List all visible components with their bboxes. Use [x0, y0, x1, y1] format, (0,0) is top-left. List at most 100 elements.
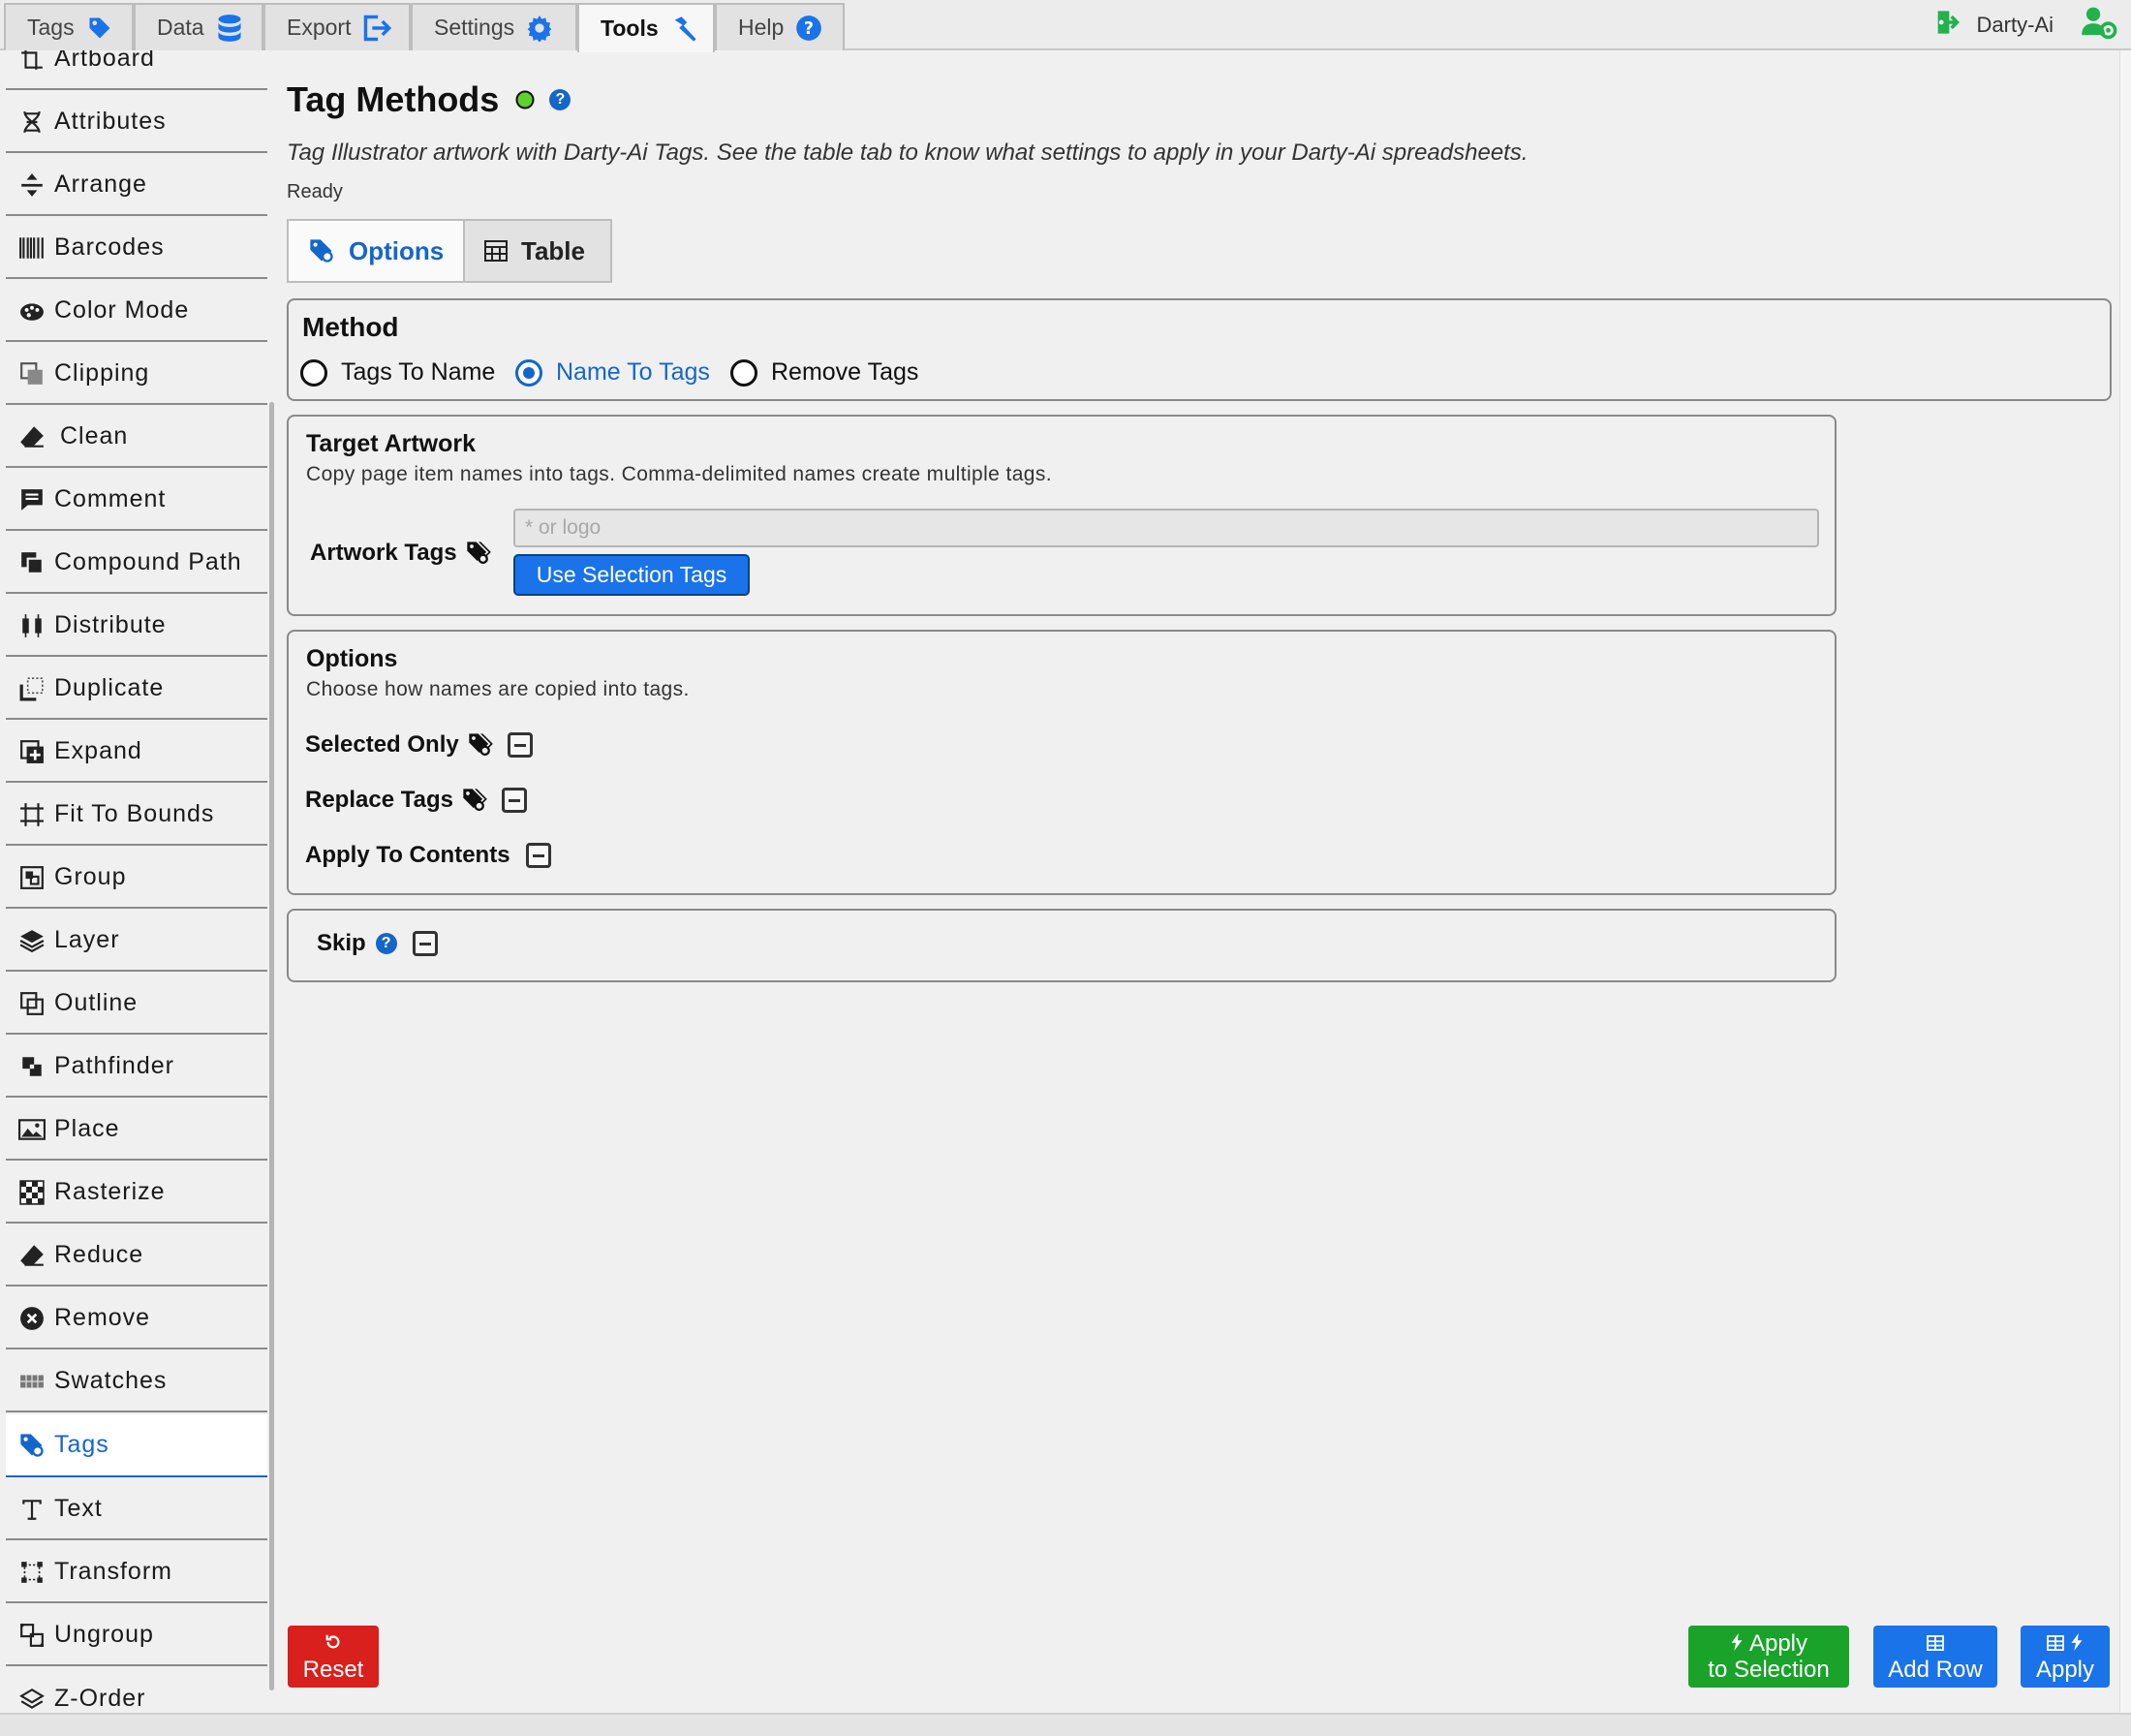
apply-to-selection-label-1: Apply [1748, 1630, 1808, 1657]
sidebar-item-label: Compound Path [54, 548, 242, 575]
options-title: Options [306, 645, 398, 672]
tab-settings[interactable]: Settings [411, 3, 577, 50]
tab-table[interactable]: Table [463, 219, 612, 283]
sidebar-item-transform[interactable]: Transform [6, 1542, 267, 1603]
add-row-label: Add Row [1888, 1657, 1983, 1683]
comment-icon [17, 485, 46, 514]
tags-icon [467, 731, 494, 759]
options-desc: Choose how names are copied into tags. [306, 678, 690, 700]
sidebar-item-pathfinder[interactable]: Pathfinder [6, 1037, 267, 1098]
sidebar-item-reduce[interactable]: Reduce [6, 1225, 267, 1286]
help-icon[interactable]: ? [375, 933, 397, 954]
radio-label: Name To Tags [556, 358, 710, 386]
sidebar-item-comment[interactable]: Comment [6, 470, 267, 531]
database-icon [216, 14, 243, 43]
artwork-tags-input[interactable] [513, 509, 1819, 547]
skip-checkbox[interactable] [412, 931, 438, 956]
radio-tags-to-name[interactable]: Tags To Name [300, 358, 495, 387]
checker-icon [17, 1178, 46, 1207]
apply-to-selection-button[interactable]: Apply to Selection [1688, 1626, 1849, 1688]
tab-label: Data [157, 15, 204, 40]
sidebar-item-arrange[interactable]: Arrange [6, 155, 267, 216]
replace-tags-checkbox[interactable] [501, 788, 527, 813]
sidebar-item-compound-path[interactable]: Compound Path [6, 533, 267, 594]
add-row-button[interactable]: Add Row [1873, 1626, 1997, 1688]
apply-to-contents-checkbox[interactable] [525, 843, 551, 868]
tab-label: Table [521, 235, 585, 265]
sidebar-item-label: Fit To Bounds [54, 800, 215, 827]
crop-icon [17, 800, 46, 829]
palette-icon [17, 296, 46, 326]
tab-options[interactable]: Options [287, 219, 465, 283]
logout-icon[interactable] [1934, 9, 1960, 42]
tab-tools[interactable]: Tools [577, 3, 715, 52]
remove-circle-icon [17, 1304, 46, 1333]
sidebar-item-place[interactable]: Place [6, 1100, 267, 1161]
sidebar-item-label: Group [54, 863, 127, 890]
tab-export[interactable]: Export [263, 3, 411, 50]
tab-help[interactable]: Help ? [715, 3, 845, 50]
sidebar-item-color-mode[interactable]: Color Mode [6, 281, 267, 342]
sidebar-item-tags[interactable]: Tags [6, 1414, 267, 1477]
svg-text:?: ? [804, 18, 814, 38]
selected-only-row: Selected Only [305, 731, 533, 759]
outline-icon [17, 989, 46, 1018]
tab-label: Tools [601, 16, 659, 41]
page-title: Tag Methods [287, 79, 500, 119]
sidebar-item-ungroup[interactable]: Ungroup [6, 1605, 267, 1666]
sidebar-item-group[interactable]: Group [6, 848, 267, 909]
arrange-icon [17, 170, 46, 200]
expand-icon [17, 737, 46, 766]
sidebar-item-label: Duplicate [54, 674, 165, 701]
radio-button[interactable] [300, 358, 327, 387]
reset-icon [324, 1630, 342, 1657]
reset-button[interactable]: Reset [288, 1626, 379, 1688]
layers-icon [17, 926, 46, 955]
use-selection-tags-button[interactable]: Use Selection Tags [513, 554, 750, 596]
sidebar-item-artboard[interactable]: Artboard [6, 50, 267, 90]
table-add-icon [1927, 1630, 1944, 1657]
user-settings-icon[interactable] [2081, 5, 2117, 46]
sidebar-item-label: Remove [54, 1304, 151, 1331]
sidebar-scrollbar[interactable] [269, 402, 274, 1690]
sidebar-item-clipping[interactable]: Clipping [6, 344, 267, 405]
tag-icon [17, 1431, 46, 1460]
sidebar-item-z-order[interactable]: Z-Order [6, 1668, 267, 1713]
sidebar-item-clean[interactable]: Clean [6, 407, 267, 468]
tag-icon [86, 15, 113, 42]
selected-only-checkbox[interactable] [507, 732, 533, 758]
sidebar-item-outline[interactable]: Outline [6, 974, 267, 1035]
sidebar-item-barcodes[interactable]: Barcodes [6, 218, 267, 279]
sidebar-item-distribute[interactable]: Distribute [6, 596, 267, 657]
sidebar-item-duplicate[interactable]: Duplicate [6, 659, 267, 720]
radio-name-to-tags[interactable]: Name To Tags [515, 358, 710, 387]
apply-to-contents-label: Apply To Contents [305, 842, 510, 868]
sidebar-item-swatches[interactable]: Swatches [6, 1351, 267, 1412]
target-artwork-desc: Copy page item names into tags. Comma-de… [306, 463, 1053, 485]
page-subtitle: Tag Illustrator artwork with Darty-Ai Ta… [287, 140, 1529, 166]
radio-button[interactable] [730, 358, 757, 387]
sidebar-item-label: Artboard [54, 50, 155, 72]
radio-remove-tags[interactable]: Remove Tags [730, 358, 918, 387]
sidebar-item-label: Reduce [54, 1241, 144, 1268]
sidebar-item-rasterize[interactable]: Rasterize [6, 1162, 267, 1224]
sidebar-item-text[interactable]: Text [6, 1479, 267, 1540]
sidebar-item-remove[interactable]: Remove [6, 1288, 267, 1349]
tab-data[interactable]: Data [134, 3, 263, 50]
ungroup-icon [17, 1621, 46, 1650]
z-order-icon [17, 1685, 46, 1714]
sidebar-item-fit-to-bounds[interactable]: Fit To Bounds [6, 785, 267, 846]
sidebar-item-label: Layer [54, 926, 120, 953]
sidebar-item-attributes[interactable]: Attributes [6, 92, 267, 153]
apply-button[interactable]: Apply [2021, 1626, 2110, 1688]
help-icon: ? [795, 15, 822, 42]
window-right-edge [2119, 50, 2131, 1713]
tab-tags[interactable]: Tags [4, 3, 134, 50]
radio-button[interactable] [515, 358, 542, 387]
sidebar-item-layer[interactable]: Layer [6, 911, 267, 972]
artboard-icon [17, 50, 46, 74]
eraser-icon [17, 422, 46, 451]
help-icon[interactable]: ? [549, 89, 571, 110]
sidebar-item-expand[interactable]: Expand [6, 722, 267, 783]
tags-icon [461, 787, 488, 814]
